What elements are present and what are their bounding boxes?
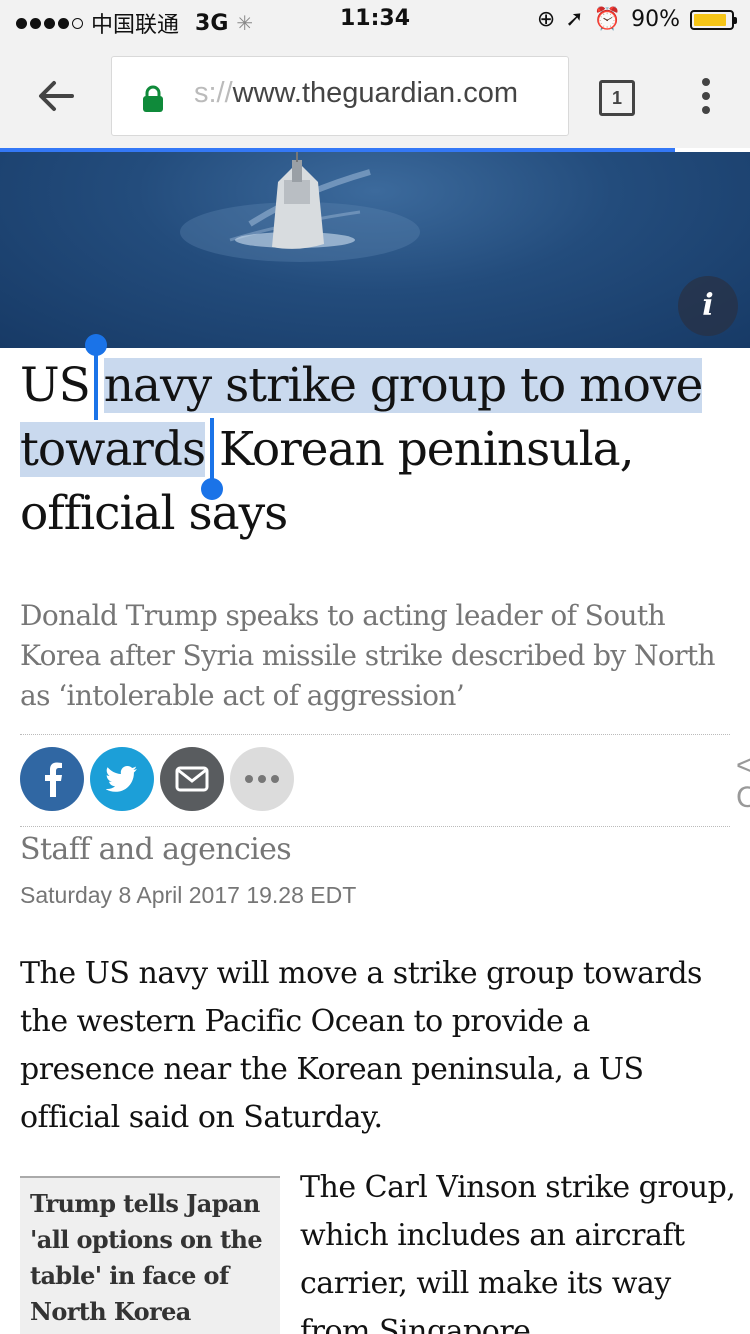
browser-toolbar: s://www.theguardian.com 1 <box>0 40 750 148</box>
article-paragraph: The US navy will move a strike group tow… <box>20 956 702 1135</box>
status-right: ⊕ ➚ ⏰ 90% <box>536 7 737 32</box>
back-button[interactable] <box>36 76 76 116</box>
divider <box>20 826 730 827</box>
url-host: www.theguardian.com <box>232 77 518 109</box>
warship-photo <box>180 152 420 262</box>
hero-image: i <box>0 152 750 348</box>
lock-icon <box>143 85 163 112</box>
url-scheme: s:// <box>194 77 233 109</box>
article-standfirst: Donald Trump speaks to acting leader of … <box>20 599 716 712</box>
status-bar: 中国联通 3G ✳ 11:34 ⊕ ➚ ⏰ 90% <box>0 0 750 40</box>
related-article-link[interactable]: Trump tells Japan 'all options on the ta… <box>20 1176 280 1334</box>
address-bar[interactable]: s://www.theguardian.com <box>111 56 569 136</box>
headline-part-1: US <box>20 358 104 413</box>
facebook-icon <box>45 762 62 797</box>
url-text[interactable]: s://www.theguardian.com <box>194 77 560 110</box>
orientation-lock-icon: ⊕ <box>536 7 556 32</box>
selection-end-handle[interactable] <box>201 418 223 500</box>
email-icon <box>175 766 209 792</box>
location-icon: ➚ <box>565 7 584 32</box>
alarm-icon: ⏰ <box>593 7 622 32</box>
publish-date: Saturday 8 April 2017 19.28 EDT <box>20 882 357 908</box>
more-icon <box>245 775 279 783</box>
share-email-button[interactable] <box>160 747 224 811</box>
divider <box>20 734 730 735</box>
battery-percent: 90% <box>631 7 680 32</box>
comment-count-icon[interactable]: < C <box>736 750 750 814</box>
selection-start-handle[interactable] <box>85 334 107 420</box>
tab-switcher-button[interactable]: 1 <box>599 80 635 116</box>
share-more-button[interactable] <box>230 747 294 811</box>
share-twitter-button[interactable] <box>90 747 154 811</box>
image-info-button[interactable]: i <box>678 276 738 336</box>
overflow-menu-icon[interactable] <box>700 78 712 118</box>
battery-icon <box>690 9 737 30</box>
share-facebook-button[interactable] <box>20 747 84 811</box>
share-buttons <box>20 747 294 811</box>
twitter-icon <box>106 766 137 792</box>
back-arrow-icon <box>39 81 74 111</box>
article-paragraph: The Carl Vinson strike group, which incl… <box>300 1170 736 1334</box>
article-headline[interactable]: US navy strike group to move towards Kor… <box>20 354 730 546</box>
byline[interactable]: Staff and agencies <box>20 832 292 867</box>
